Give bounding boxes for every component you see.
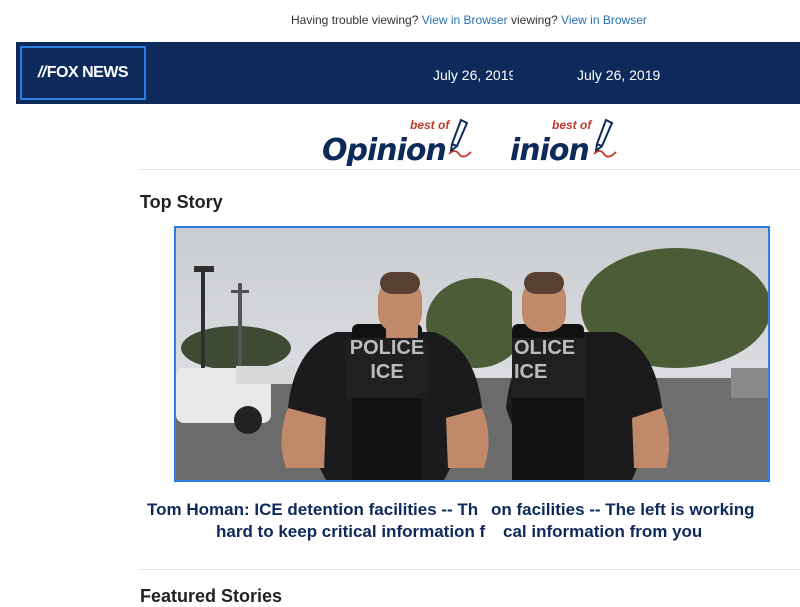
issue-date: July 26, 2019 xyxy=(433,67,513,83)
pen-icon xyxy=(448,118,472,158)
opinion-word-clipped: inion xyxy=(510,133,590,166)
view-in-browser-link[interactable]: View in Browser xyxy=(422,13,508,27)
logo-text: FOX NEWS xyxy=(46,64,129,81)
vest-ice-text-clipped: ICE xyxy=(514,361,547,383)
trouble-viewing-text: Having trouble viewing? View in Browser xyxy=(291,13,511,27)
ice-officer-photo: POLICE ICE OLICE ICE xyxy=(176,228,768,480)
logo-slash-icon: // xyxy=(37,64,46,81)
opinion-word: Opinion xyxy=(322,133,447,166)
top-story-headline-part-1[interactable]: Tom Homan: ICE detention facilities -- T… xyxy=(147,500,493,520)
trouble-label: Having trouble viewing? xyxy=(291,13,419,27)
featured-stories-heading: Featured Stories xyxy=(140,586,283,606)
best-of-opinion-logo-duplicate[interactable]: best of inion xyxy=(510,118,630,166)
best-of-label-duplicate: best of xyxy=(552,118,592,132)
best-of-label: best of xyxy=(410,118,450,132)
view-in-browser-link-duplicate[interactable]: View in Browser xyxy=(561,13,647,27)
pen-icon xyxy=(593,118,617,158)
top-story-heading: Top Story xyxy=(140,192,223,212)
vest-police-text: POLICE xyxy=(350,337,424,359)
vest-ice-text: ICE xyxy=(370,361,403,383)
vest-police-text-clipped: OLICE xyxy=(514,337,575,359)
top-story-image-link[interactable]: POLICE ICE OLICE ICE xyxy=(174,226,770,482)
trouble-label-clipped: viewing? xyxy=(511,13,558,27)
top-story-headline-part-3[interactable]: hard to keep critical information f xyxy=(216,522,504,542)
trouble-viewing-text-duplicate: viewing? View in Browser xyxy=(511,13,711,27)
top-story-headline-part-2[interactable]: on facilities -- The left is working xyxy=(491,500,800,520)
fox-news-logo-link[interactable]: // FOX NEWS xyxy=(20,46,146,100)
top-story-headline-part-4[interactable]: cal information from you xyxy=(503,522,733,542)
best-of-opinion-logo[interactable]: best of Opinion xyxy=(322,118,482,166)
issue-date-duplicate: July 26, 2019 xyxy=(577,67,661,83)
section-divider xyxy=(140,569,800,570)
section-divider xyxy=(140,169,800,170)
